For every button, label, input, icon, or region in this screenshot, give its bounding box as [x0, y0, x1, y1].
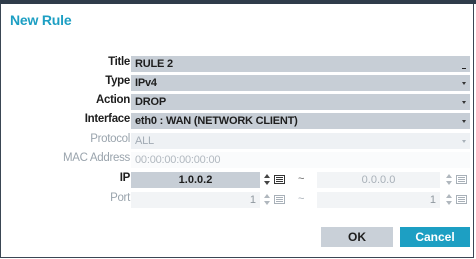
interface-value: eth0 : WAN (NETWORK CLIENT) [135, 115, 298, 127]
action-value: DROP [135, 96, 166, 108]
range-separator: ~ [298, 193, 305, 205]
keyboard-icon [456, 175, 467, 184]
ip-start-input[interactable]: 1.0.0.2 [131, 172, 260, 188]
title-label: Title [108, 56, 130, 68]
mac-address-placeholder: 00:00:00:00:00:00 [135, 154, 221, 166]
dialog-title: New Rule [10, 12, 72, 28]
cancel-button[interactable]: Cancel [400, 227, 470, 247]
new-rule-dialog [0, 4, 474, 258]
keyboard-icon [274, 195, 285, 204]
stepper-up-icon [446, 174, 452, 178]
interface-select[interactable]: eth0 : WAN (NETWORK CLIENT) [131, 113, 470, 129]
text-cursor [462, 68, 466, 69]
stepper-up-icon [264, 194, 270, 198]
protocol-value: ALL [135, 135, 154, 147]
action-select[interactable]: DROP [131, 94, 470, 110]
port-end-input: 1 [317, 192, 440, 208]
stepper-down-icon [446, 201, 452, 205]
ip-label: IP [119, 172, 131, 184]
title-value: RULE 2 [135, 58, 173, 70]
port-end-stepper [446, 192, 452, 208]
mac-address-input: 00:00:00:00:00:00 [131, 152, 470, 168]
port-start-input: 1 [131, 192, 260, 208]
port-label: Port [110, 192, 130, 204]
stepper-up-icon[interactable] [264, 174, 270, 178]
mac-address-label: MAC Address [62, 152, 130, 164]
ip-end-input: 0.0.0.0 [317, 172, 440, 188]
keyboard-icon[interactable] [274, 175, 285, 184]
ok-button[interactable]: OK [321, 227, 393, 247]
chevron-down-icon [462, 140, 466, 143]
chevron-down-icon [462, 101, 466, 104]
stepper-down-icon [264, 201, 270, 205]
protocol-label: Protocol [90, 133, 130, 145]
title-input[interactable]: RULE 2 [131, 56, 470, 72]
action-label: Action [96, 94, 130, 106]
ip-start-stepper[interactable] [264, 172, 270, 188]
port-start-stepper [264, 192, 270, 208]
type-value: IPv4 [135, 77, 157, 89]
chevron-down-icon [462, 120, 466, 123]
type-select[interactable]: IPv4 [131, 75, 470, 91]
keyboard-icon [456, 195, 467, 204]
chevron-down-icon [462, 82, 466, 85]
stepper-down-icon[interactable] [264, 181, 270, 185]
protocol-select: ALL [131, 133, 470, 149]
interface-label: Interface [84, 113, 131, 125]
stepper-down-icon [446, 181, 452, 185]
ip-end-stepper [446, 172, 452, 188]
type-label: Type [105, 75, 130, 87]
stepper-up-icon [446, 194, 452, 198]
range-separator: ~ [298, 173, 305, 185]
